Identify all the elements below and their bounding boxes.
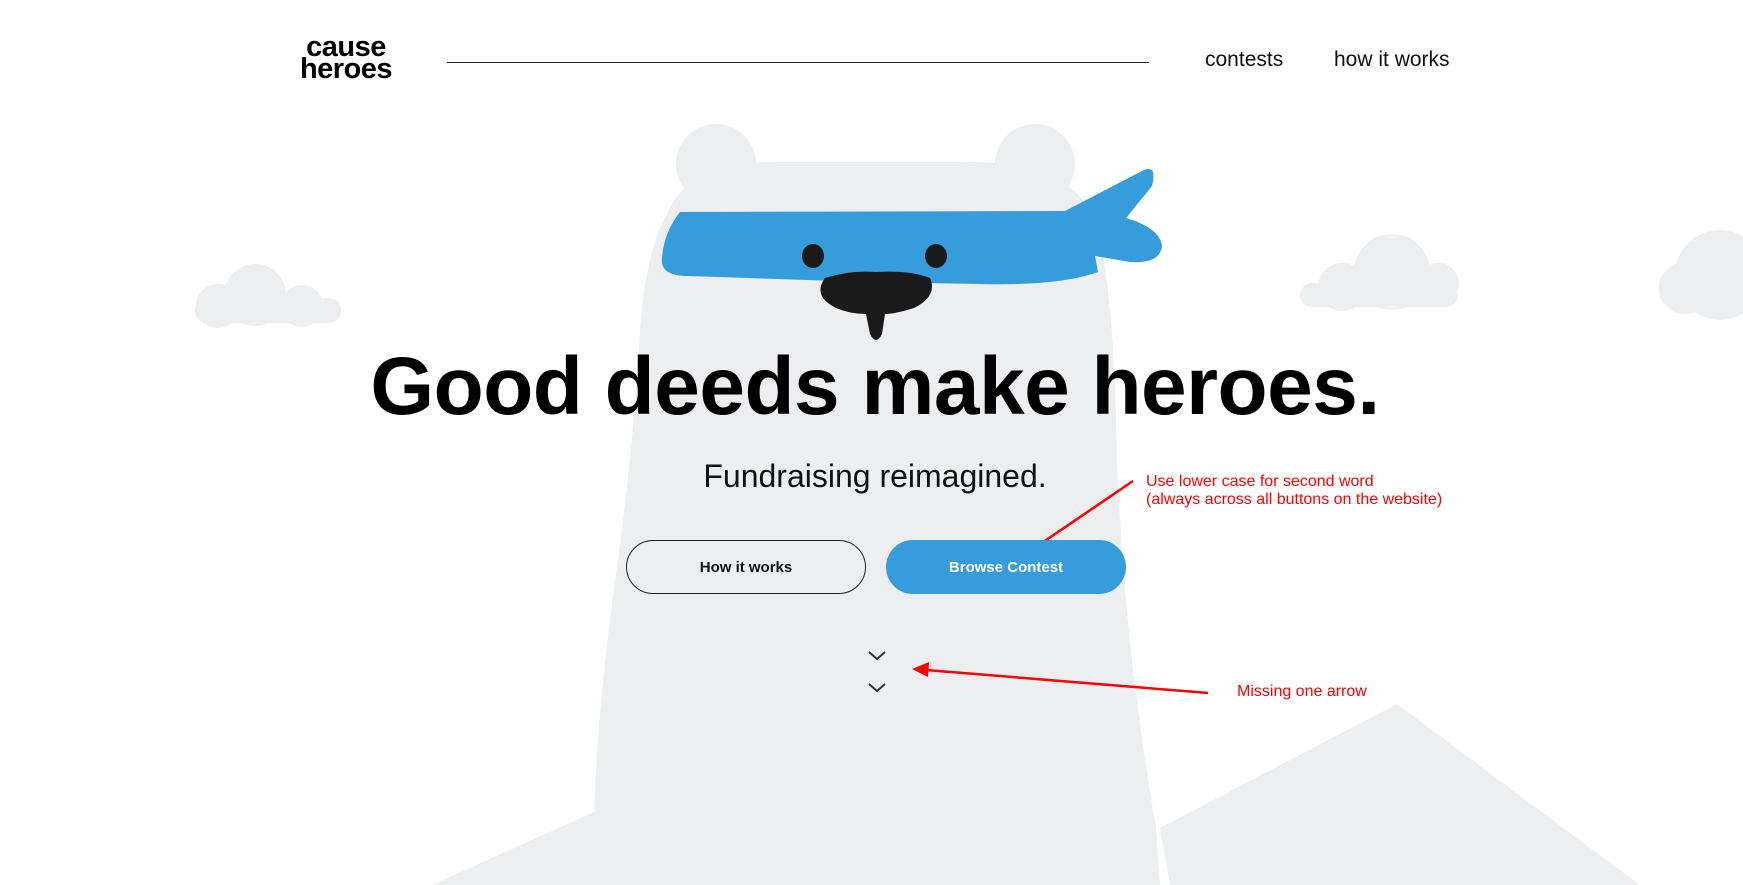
cloud-left [195,264,341,328]
bear-eye-right [925,244,947,268]
cloud-right [1300,234,1459,311]
annotation-line: Missing one arrow [1237,683,1367,700]
hero-subheadline: Fundraising reimagined. [703,458,1047,494]
nav-divider [447,62,1149,63]
annotation-note-missing-arrow: Missing one arrow [1237,683,1367,701]
annotation-note-button-case: Use lower case for second word (always a… [1146,473,1442,509]
hero-illustration [195,124,1743,885]
nav-link-how-it-works[interactable]: how it works [1334,48,1450,72]
annotation-line: Use lower case for second word [1146,473,1374,490]
annotation-line: (always across all buttons on the websit… [1146,491,1443,508]
logo-line-2: heroes [299,53,393,85]
logo[interactable]: cause heroes [276,33,416,85]
browse-contest-button[interactable]: Browse Contest [886,540,1126,594]
chevron-down-icon[interactable] [867,682,887,694]
how-it-works-button[interactable]: How it works [626,540,866,594]
bear-eye-left [802,244,824,268]
mountain [1160,704,1640,885]
chevron-down-icon[interactable] [867,650,887,662]
cloud-far-right [1659,230,1743,320]
hero-headline: Good deeds make heroes. [370,341,1380,432]
nav-link-contests[interactable]: contests [1205,48,1283,72]
